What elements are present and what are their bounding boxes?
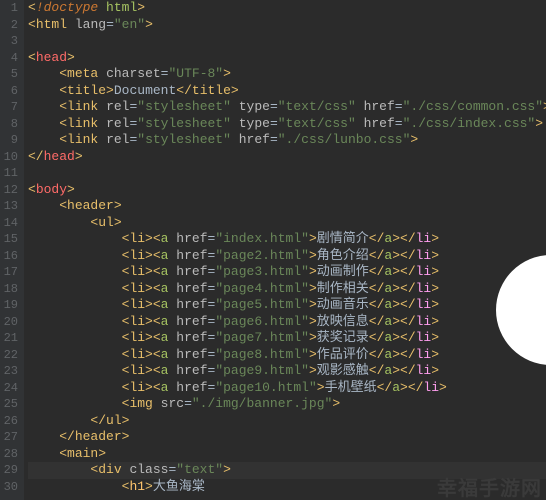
code-line[interactable]: <link rel="stylesheet" type="text/css" h… <box>28 116 546 133</box>
code-line[interactable] <box>28 33 546 50</box>
line-number: 24 <box>2 380 18 397</box>
line-number: 29 <box>2 462 18 479</box>
code-line[interactable]: <html lang="en"> <box>28 17 546 34</box>
code-area[interactable]: <!doctype html><html lang="en"> <head> <m… <box>24 0 546 500</box>
code-line[interactable]: </header> <box>28 429 546 446</box>
line-number: 10 <box>2 149 18 166</box>
code-line[interactable]: <ul> <box>28 215 546 232</box>
line-number: 25 <box>2 396 18 413</box>
code-line[interactable]: <li><a href="page9.html">观影感触</a></li> <box>28 363 546 380</box>
code-line[interactable]: <li><a href="page7.html">获奖记录</a></li> <box>28 330 546 347</box>
code-line[interactable]: <h1>大鱼海棠 <box>28 479 546 496</box>
code-line[interactable]: <link rel="stylesheet" href="./css/lunbo… <box>28 132 546 149</box>
line-number: 21 <box>2 330 18 347</box>
line-number: 9 <box>2 132 18 149</box>
line-number: 22 <box>2 347 18 364</box>
line-number: 7 <box>2 99 18 116</box>
line-number: 20 <box>2 314 18 331</box>
line-number: 26 <box>2 413 18 430</box>
code-line[interactable]: <li><a href="page8.html">作品评价</a></li> <box>28 347 546 364</box>
line-number-gutter: 1234567891011121314151617181920212223242… <box>0 0 24 500</box>
code-line[interactable]: <li><a href="index.html">剧情简介</a></li> <box>28 231 546 248</box>
line-number: 17 <box>2 264 18 281</box>
code-line[interactable]: </head> <box>28 149 546 166</box>
line-number: 23 <box>2 363 18 380</box>
code-line[interactable]: <li><a href="page4.html">制作相关</a></li> <box>28 281 546 298</box>
code-line[interactable]: <meta charset="UTF-8"> <box>28 66 546 83</box>
code-line[interactable]: <li><a href="page3.html">动画制作</a></li> <box>28 264 546 281</box>
code-editor[interactable]: 1234567891011121314151617181920212223242… <box>0 0 546 500</box>
line-number: 18 <box>2 281 18 298</box>
code-line[interactable]: <head> <box>28 50 546 67</box>
code-line[interactable]: <li><a href="page2.html">角色介绍</a></li> <box>28 248 546 265</box>
line-number: 5 <box>2 66 18 83</box>
code-line[interactable]: <title>Document</title> <box>28 83 546 100</box>
line-number: 30 <box>2 479 18 496</box>
line-number: 12 <box>2 182 18 199</box>
line-number: 4 <box>2 50 18 67</box>
line-number: 8 <box>2 116 18 133</box>
code-line[interactable]: <li><a href="page5.html">动画音乐</a></li> <box>28 297 546 314</box>
code-line[interactable]: <header> <box>28 198 546 215</box>
line-number: 11 <box>2 165 18 182</box>
line-number: 6 <box>2 83 18 100</box>
line-number: 13 <box>2 198 18 215</box>
line-number: 14 <box>2 215 18 232</box>
code-line[interactable]: </ul> <box>28 413 546 430</box>
line-number: 28 <box>2 446 18 463</box>
code-line[interactable]: <body> <box>28 182 546 199</box>
line-number: 15 <box>2 231 18 248</box>
line-number: 2 <box>2 17 18 34</box>
code-line[interactable]: <!doctype html> <box>28 0 546 17</box>
line-number: 16 <box>2 248 18 265</box>
line-number: 1 <box>2 0 18 17</box>
line-number: 3 <box>2 33 18 50</box>
code-line[interactable]: <img src="./img/banner.jpg"> <box>28 396 546 413</box>
line-number: 27 <box>2 429 18 446</box>
code-line[interactable] <box>28 165 546 182</box>
line-number: 19 <box>2 297 18 314</box>
code-line[interactable]: <li><a href="page10.html">手机壁纸</a></li> <box>28 380 546 397</box>
code-line[interactable]: <li><a href="page6.html">放映信息</a></li> <box>28 314 546 331</box>
code-line[interactable]: <div class="text"> <box>28 462 546 479</box>
code-line[interactable]: <main> <box>28 446 546 463</box>
code-line[interactable]: <link rel="stylesheet" type="text/css" h… <box>28 99 546 116</box>
